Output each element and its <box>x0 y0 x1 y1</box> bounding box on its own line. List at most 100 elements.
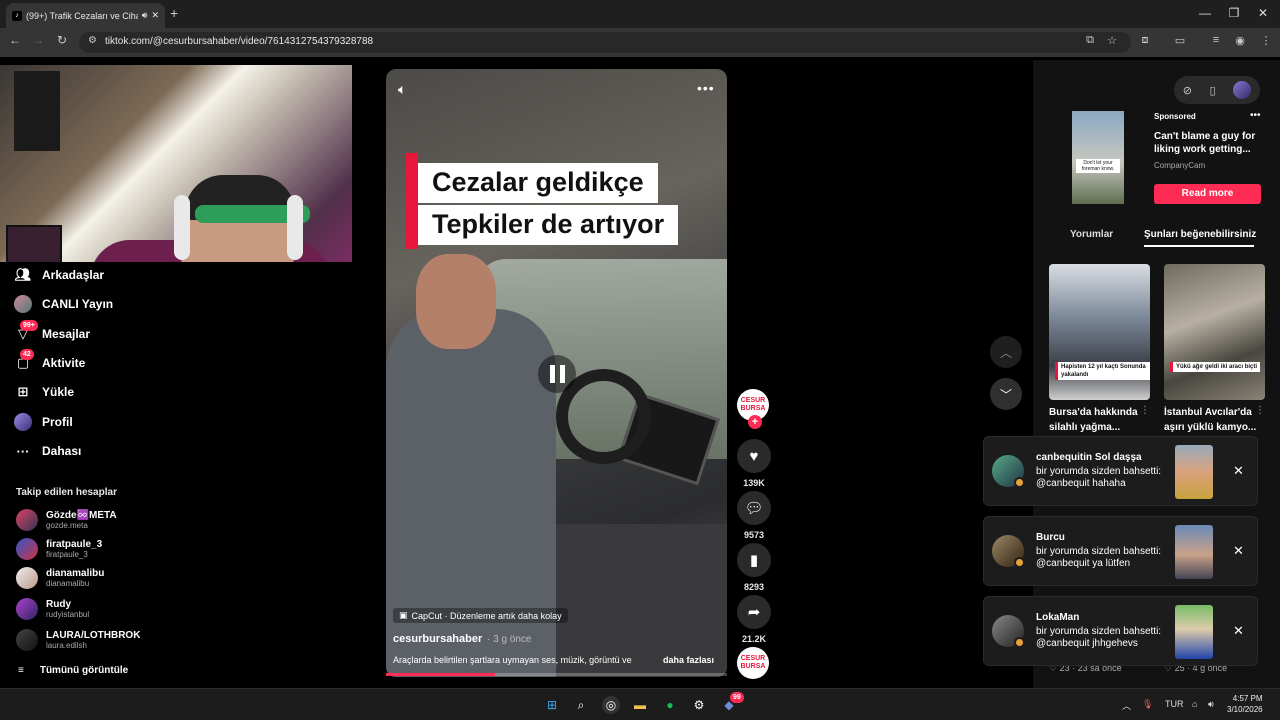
input-language[interactable]: TUR <box>1165 699 1184 709</box>
tab-comments[interactable]: Yorumlar <box>1070 229 1113 240</box>
chrome-icon[interactable]: ◎ <box>602 696 620 714</box>
account-name: Gözde♾️META <box>46 509 117 521</box>
reload-button[interactable]: ↻ <box>54 33 70 47</box>
following-account[interactable]: LAURA/LOTHBROK laura.edilsh <box>16 627 140 653</box>
ad-image[interactable]: Don't let your foreman know. <box>1072 111 1124 204</box>
minimize-button[interactable]: — <box>1196 6 1214 20</box>
search-icon[interactable]: ⌕ <box>572 696 590 714</box>
account-name: Rudy <box>46 598 71 610</box>
app-icon[interactable]: ⚙ <box>690 696 708 714</box>
following-account[interactable]: Gözde♾️META gozde.meta <box>16 507 117 533</box>
previous-video-button[interactable]: ︿ <box>990 336 1022 368</box>
sidebar-item-friends[interactable]: 👥︎ Arkadaşlar <box>14 265 104 285</box>
ad-menu-icon[interactable]: ••• <box>1250 110 1261 121</box>
sidebar-item-more[interactable]: ··· Dahası <box>14 441 82 461</box>
recommended-menu-icon[interactable]: ⋮ <box>1140 405 1150 416</box>
mention-notification[interactable]: canbequitin Sol daşşa bir yorumda sizden… <box>983 436 1258 506</box>
address-bar[interactable]: ⚙ tiktok.com/@cesurbursahaber/video/7614… <box>79 32 1131 53</box>
following-account[interactable]: Rudy rudyistanbul <box>16 596 89 622</box>
restore-button[interactable]: ❐ <box>1225 6 1243 20</box>
comment-button[interactable]: 💬︎ 9573 <box>737 491 771 540</box>
recommended-menu-icon[interactable]: ⋮ <box>1255 405 1265 416</box>
split-view-icon[interactable]: ▭ <box>1172 34 1188 47</box>
mention-badge-icon <box>1014 557 1025 568</box>
next-video-button[interactable]: ﹀ <box>990 378 1022 410</box>
sidebar-item-activity[interactable]: ▢ 42 Aktivite <box>14 349 85 373</box>
forward-button[interactable]: → <box>30 33 46 47</box>
extensions-icon[interactable]: ⧈ <box>1137 34 1153 47</box>
following-title: Takip edilen hesaplar <box>16 487 117 498</box>
notification-name: LokaMan <box>1036 612 1080 623</box>
sidebar-item-messages[interactable]: ▽ 99+ Mesajlar <box>14 320 90 344</box>
browser-tab[interactable]: ♪ (99+) Trafik Cezaları ve Ciha... 🔊︎ ✕ <box>6 3 165 28</box>
user-avatar-icon[interactable] <box>1233 81 1252 99</box>
list-icon: ≡ <box>18 665 24 676</box>
media-control-icon[interactable]: ≡ <box>1208 34 1224 46</box>
capcut-label[interactable]: ▣ CapCut · Düzenleme artık daha kolay <box>393 608 568 623</box>
video-author[interactable]: cesurbursahaber <box>393 633 482 645</box>
new-tab-button[interactable]: + <box>170 5 184 23</box>
save-button[interactable]: ▮ 8293 <box>737 543 771 592</box>
site-info-icon[interactable]: ⚙ <box>88 35 97 46</box>
mention-notification[interactable]: Burcu bir yorumda sizden bahsetti: @canb… <box>983 516 1258 586</box>
tab-recommended[interactable]: Şunları beğenebilirsiniz <box>1144 229 1256 240</box>
like-button[interactable]: ♥ 139K <box>737 439 771 488</box>
microphone-icon[interactable]: 🎙︎ <box>1142 699 1153 710</box>
mention-notification[interactable]: LokaMan bir yorumda sizden bahsetti: @ca… <box>983 596 1258 666</box>
network-icon[interactable]: ⌂ <box>1192 699 1197 709</box>
bookmark-star-icon[interactable]: ☆ <box>1104 34 1120 47</box>
capcut-icon: ▣ <box>399 610 408 620</box>
browser-menu-icon[interactable]: ⋮ <box>1258 34 1274 47</box>
close-icon[interactable]: ✕ <box>1233 623 1244 639</box>
see-all-following-link[interactable]: ≡ Tümünü görüntüle <box>18 665 128 676</box>
description-more-link[interactable]: daha fazlası <box>663 655 714 665</box>
video-progress-fill <box>386 673 496 676</box>
clock-time: 4:57 PM <box>1232 694 1263 703</box>
file-explorer-icon[interactable]: ▬ <box>631 696 649 714</box>
close-icon[interactable]: ✕ <box>1233 543 1244 559</box>
close-icon[interactable]: ✕ <box>1233 463 1244 479</box>
install-app-icon[interactable]: ⧉ <box>1082 34 1098 47</box>
back-button[interactable]: ← <box>7 33 23 47</box>
window-close-button[interactable]: ✕ <box>1254 6 1272 20</box>
discord-icon[interactable]: ◆ 99 <box>720 692 744 714</box>
chevron-down-icon: ﹀ <box>999 387 1012 402</box>
share-button[interactable]: ➦ 21.2K <box>737 595 771 644</box>
recommended-thumbnail[interactable]: Yükü ağır geldi iki aracı biçti <box>1164 264 1265 400</box>
read-more-button[interactable]: Read more <box>1154 184 1261 204</box>
phone-icon[interactable]: ▯ <box>1210 84 1216 97</box>
headline-accent-bar <box>406 153 418 249</box>
sidebar-item-profile[interactable]: Profil <box>14 412 73 432</box>
messages-badge: 99+ <box>20 320 38 331</box>
recommended-title[interactable]: İstanbul Avcılar'da aşırı yüklü kamyo... <box>1164 405 1262 435</box>
start-button-icon[interactable]: ⊞ <box>543 696 561 714</box>
thumbnail-caption: Yükü ağır geldi iki aracı biçti <box>1170 362 1261 372</box>
active-tab-indicator <box>1144 245 1254 247</box>
pause-button[interactable] <box>538 355 576 393</box>
volume-icon[interactable]: 🔈︎ <box>398 81 406 98</box>
follow-plus-button[interactable]: + <box>748 415 762 429</box>
tab-close-icon[interactable]: ✕ <box>151 10 159 21</box>
top-right-controls: ⊘ ▯ <box>1174 76 1260 104</box>
sound-avatar-button[interactable]: CESUR BURSA <box>737 647 771 679</box>
headphone-right <box>287 195 303 260</box>
video-progress-bar[interactable] <box>386 673 727 676</box>
avatar <box>16 538 38 560</box>
video-more-options-icon[interactable]: ••• <box>697 80 715 96</box>
tab-audio-icon[interactable]: 🔊︎ <box>142 10 148 21</box>
volume-tray-icon[interactable]: 🔊︎ <box>1208 699 1214 710</box>
following-account[interactable]: firatpaule_3 firatpaule_3 <box>16 536 102 562</box>
sidebar-item-live[interactable]: CANLI Yayın <box>14 294 113 314</box>
tray-chevron-icon[interactable]: ︿ <box>1122 699 1131 712</box>
profile-avatar-icon[interactable]: ◉ <box>1232 34 1248 47</box>
account-handle: firatpaule_3 <box>46 549 88 559</box>
recommended-title[interactable]: Bursa'da hakkında silahlı yağma... <box>1049 405 1147 435</box>
taskbar-clock[interactable]: 4:57 PM 3/10/2026 <box>1227 693 1263 715</box>
spotify-icon[interactable]: ● <box>661 696 679 714</box>
sidebar-item-upload[interactable]: ⊞ Yükle <box>14 382 74 402</box>
compass-icon[interactable]: ⊘ <box>1183 84 1192 97</box>
recommended-thumbnail[interactable]: Hapisten 12 yıl kaçtı Sonunda yakalandı <box>1049 264 1150 400</box>
following-account[interactable]: dianamalibu dianamalibu <box>16 565 104 591</box>
ad-title[interactable]: Can't blame a guy for liking work gettin… <box>1154 130 1264 156</box>
sidebar-item-label: CANLI Yayın <box>42 297 114 311</box>
